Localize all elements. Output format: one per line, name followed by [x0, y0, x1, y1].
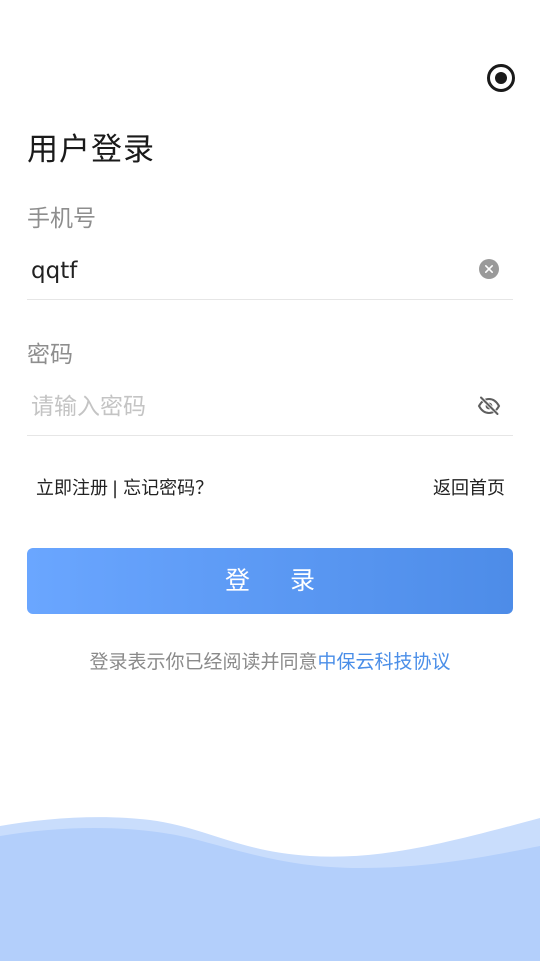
login-button[interactable]: 登 录	[27, 548, 513, 614]
agreement-prefix: 登录表示你已经阅读并同意	[89, 651, 318, 673]
phone-input[interactable]	[31, 253, 461, 289]
home-link-wrap: 返回首页	[433, 476, 505, 502]
forgot-password-link[interactable]: 忘记密码？	[123, 478, 213, 499]
link-separator: |	[112, 478, 119, 499]
back-home-link[interactable]: 返回首页	[433, 478, 505, 499]
password-field-row	[27, 381, 513, 436]
password-input[interactable]	[31, 389, 461, 425]
bottom-wave-decoration	[0, 817, 540, 961]
password-label: 密码	[27, 342, 73, 368]
phone-label: 手机号	[27, 206, 96, 232]
page-title: 用户登录	[27, 132, 155, 168]
account-links: 立即注册 | 忘记密码？	[36, 476, 213, 502]
agreement-link[interactable]: 中保云科技协议	[318, 651, 451, 673]
record-icon	[487, 64, 515, 92]
register-link[interactable]: 立即注册	[36, 478, 108, 499]
eye-off-icon[interactable]	[477, 394, 501, 418]
phone-field-row	[27, 245, 513, 300]
record-button[interactable]	[486, 63, 516, 93]
agreement-text: 登录表示你已经阅读并同意中保云科技协议	[0, 648, 540, 676]
clear-icon[interactable]	[479, 259, 499, 279]
